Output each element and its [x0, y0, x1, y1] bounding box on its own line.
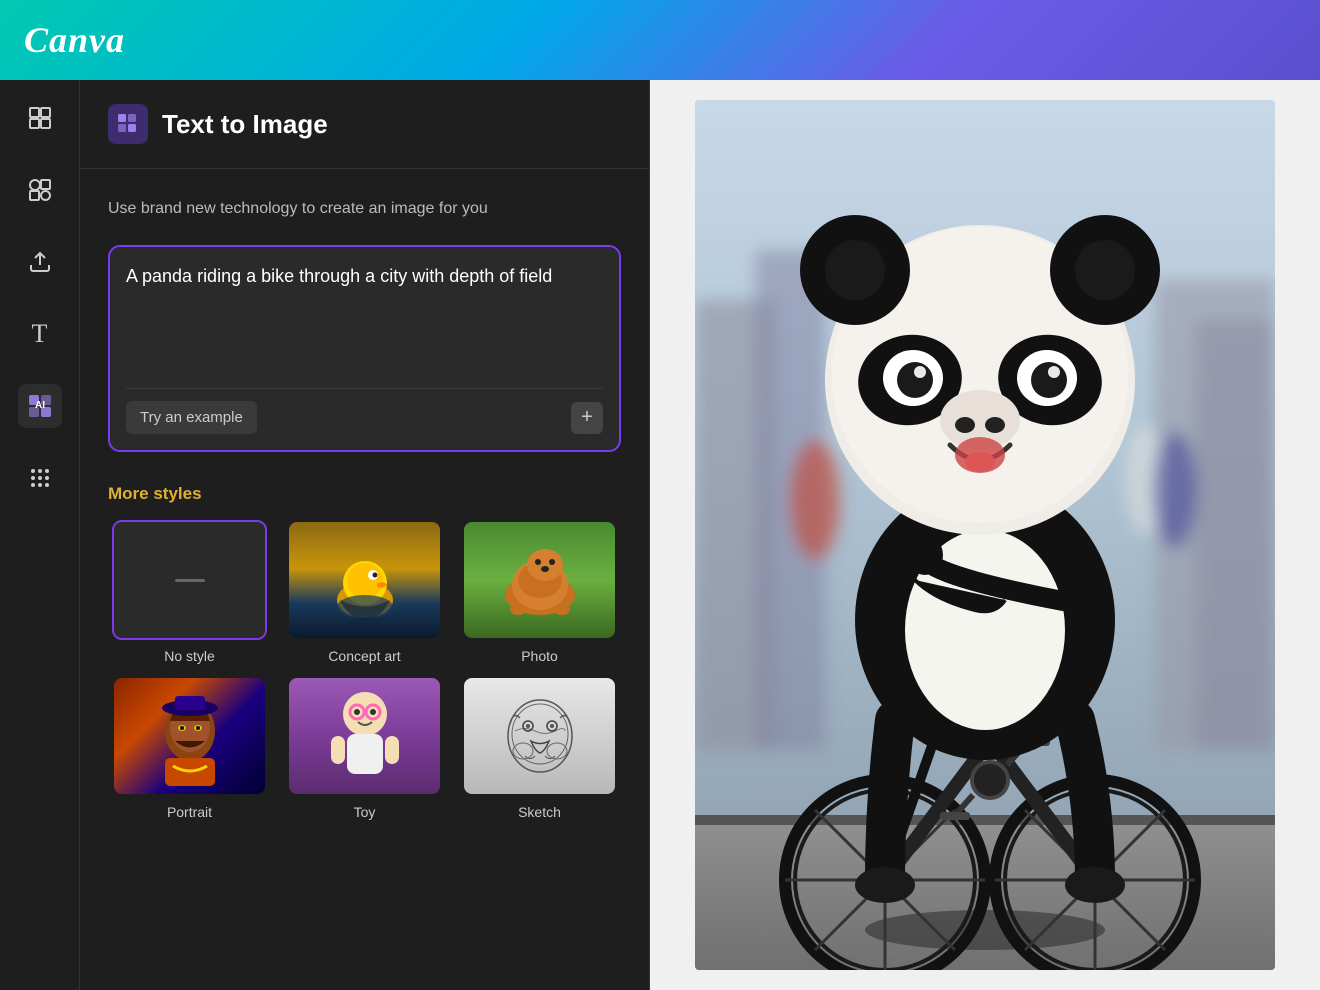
style-label-photo: Photo	[521, 648, 558, 664]
style-label-portrait: Portrait	[167, 804, 212, 820]
portrait-thumb-inner	[114, 678, 265, 794]
header: Canva	[0, 0, 1320, 80]
no-style-dash	[175, 579, 205, 582]
style-thumb-sketch	[462, 676, 617, 796]
text-sidebar-icon[interactable]: T	[18, 312, 62, 356]
style-item-concept-art[interactable]: Concept art	[283, 520, 446, 664]
style-item-no-style[interactable]: No style	[108, 520, 271, 664]
panel-header: Text to Image	[80, 80, 649, 169]
icon-sidebar: T AI	[0, 80, 80, 990]
corgi-thumb-inner	[464, 522, 615, 638]
style-thumb-photo	[462, 520, 617, 640]
style-item-toy[interactable]: Toy	[283, 676, 446, 820]
prompt-container: Try an example +	[108, 245, 621, 452]
layout-sidebar-icon[interactable]	[18, 96, 62, 140]
styles-section: More styles No style	[108, 484, 621, 820]
panel-description: Use brand new technology to create an im…	[108, 197, 621, 221]
panda-svg	[695, 100, 1275, 970]
duck-thumb-inner	[289, 522, 440, 638]
style-label-no-style: No style	[164, 648, 215, 664]
no-style-background	[114, 522, 265, 638]
plus-button[interactable]: +	[571, 402, 603, 434]
style-label-toy: Toy	[354, 804, 376, 820]
prompt-textarea[interactable]	[126, 263, 603, 371]
styles-grid: No style	[108, 520, 621, 820]
panel-content: Use brand new technology to create an im…	[80, 169, 649, 848]
style-thumb-concept-art	[287, 520, 442, 640]
style-thumb-no-style	[112, 520, 267, 640]
try-example-button[interactable]: Try an example	[126, 401, 257, 434]
generated-image	[695, 100, 1275, 970]
canva-logo: Canva	[24, 19, 125, 61]
more-styles-title: More styles	[108, 484, 621, 504]
elements-sidebar-icon[interactable]	[18, 168, 62, 212]
apps-sidebar-icon[interactable]	[18, 456, 62, 500]
style-label-concept-art: Concept art	[328, 648, 400, 664]
upload-sidebar-icon[interactable]	[18, 240, 62, 284]
panel-header-icon	[108, 104, 148, 144]
text-to-image-sidebar-icon[interactable]: AI	[18, 384, 62, 428]
style-item-photo[interactable]: Photo	[458, 520, 621, 664]
toy-thumb-inner	[289, 678, 440, 794]
style-thumb-toy	[287, 676, 442, 796]
panel: Text to Image Use brand new technology t…	[80, 80, 650, 990]
svg-text:AI: AI	[35, 400, 45, 411]
style-item-portrait[interactable]: Portrait	[108, 676, 271, 820]
style-item-sketch[interactable]: Sketch	[458, 676, 621, 820]
canvas-area	[650, 80, 1320, 990]
main-layout: T AI	[0, 80, 1320, 990]
panel-title: Text to Image	[162, 109, 328, 140]
style-thumb-portrait	[112, 676, 267, 796]
sketch-thumb-inner	[464, 678, 615, 794]
style-label-sketch: Sketch	[518, 804, 561, 820]
prompt-footer: Try an example +	[126, 388, 603, 434]
